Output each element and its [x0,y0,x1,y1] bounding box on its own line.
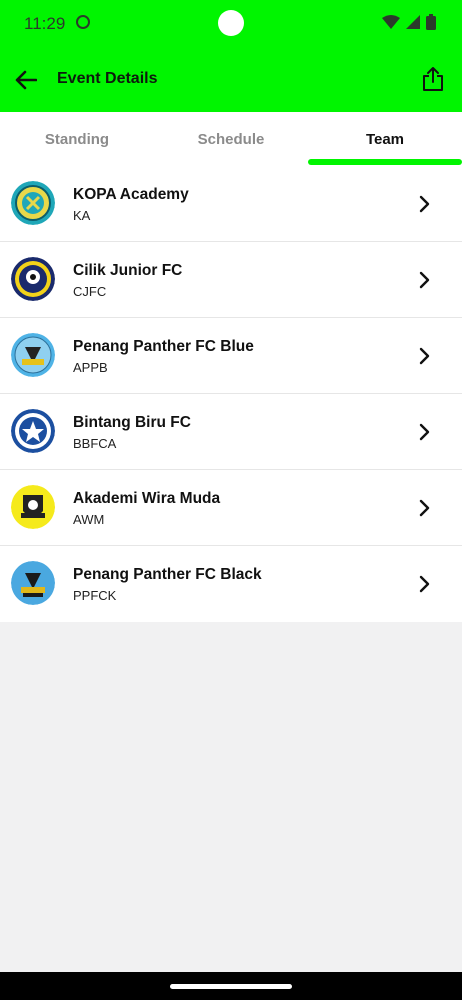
cilik-junior-logo-icon [11,257,55,301]
team-row[interactable]: Penang Panther FC Blue APPB [0,318,462,394]
status-bar: 11:29 [0,0,462,48]
team-code: APPB [73,360,108,375]
arrow-left-icon [15,70,37,90]
chevron-right-icon [419,271,430,289]
team-code: AWM [73,512,105,527]
team-code: KA [73,208,91,223]
penang-panther-black-logo-icon [11,561,55,605]
team-name: Cilik Junior FC [73,262,183,279]
team-name: Penang Panther FC Black [73,566,262,583]
tab-active-indicator [308,159,462,165]
system-icons [382,14,436,30]
status-time: 11:29 [24,14,66,33]
signal-icon [406,15,420,29]
camera-cutout [218,10,244,36]
team-row[interactable]: Bintang Biru FC BBFCA [0,394,462,470]
chevron-right-icon [419,575,430,593]
wifi-icon [382,15,400,29]
status-app-icon [76,15,90,29]
chevron-right-icon [419,347,430,365]
team-name: Bintang Biru FC [73,414,191,431]
app-bar: Event Details [0,48,462,112]
penang-panther-blue-logo-icon [11,333,55,377]
team-name: KOPA Academy [73,186,189,203]
team-code: CJFC [73,284,107,299]
team-row[interactable]: Akademi Wira Muda AWM [0,470,462,546]
team-name: Akademi Wira Muda [73,490,221,507]
chevron-right-icon [419,499,430,517]
team-row[interactable]: KOPA Academy KA [0,166,462,242]
back-button[interactable] [12,66,40,94]
home-indicator[interactable] [170,984,292,989]
bintang-biru-logo-icon [11,409,55,453]
team-list: KOPA Academy KA Cilik Junior FC CJFC Pen… [0,166,462,622]
battery-icon [426,14,436,30]
team-row[interactable]: Penang Panther FC Black PPFCK [0,546,462,622]
chevron-right-icon [419,423,430,441]
akademi-wira-muda-logo-icon [11,485,55,529]
tab-team[interactable]: Team [308,112,462,166]
team-code: PPFCK [73,588,117,603]
share-button[interactable] [418,64,448,94]
share-icon [423,67,443,91]
page-title: Event Details [57,70,158,87]
chevron-right-icon [419,195,430,213]
team-name: Penang Panther FC Blue [73,338,254,355]
kopa-academy-logo-icon [11,181,55,225]
team-row[interactable]: Cilik Junior FC CJFC [0,242,462,318]
team-code: BBFCA [73,436,117,451]
tab-schedule[interactable]: Schedule [154,112,308,166]
tab-standing[interactable]: Standing [0,112,154,166]
